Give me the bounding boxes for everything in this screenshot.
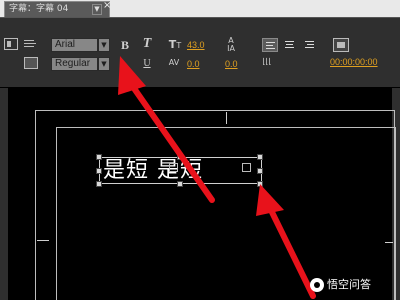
logo-icon	[310, 278, 324, 292]
watermark: 悟空问答	[310, 276, 371, 294]
annotation-arrows	[118, 56, 316, 299]
arrow-to-bold-button	[118, 56, 215, 203]
watermark-text: 悟空问答	[327, 278, 371, 291]
arrow-to-textbox-corner	[256, 184, 316, 299]
